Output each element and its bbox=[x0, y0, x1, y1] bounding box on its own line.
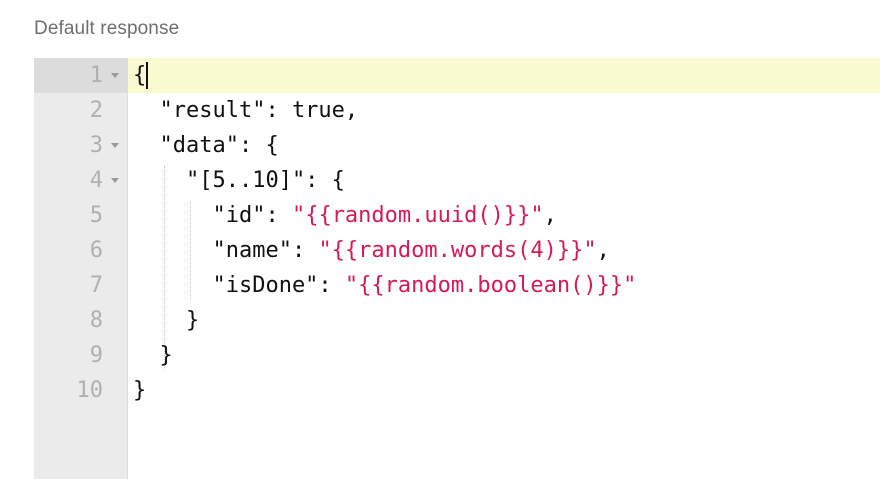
code-area[interactable]: { "result": true, "data": { "[5..10]": {… bbox=[128, 58, 880, 479]
gutter-row-6: 6 bbox=[34, 233, 127, 268]
code-line-10[interactable]: } bbox=[128, 373, 880, 408]
line-number: 3 bbox=[89, 133, 103, 158]
gutter-row-9: 9 bbox=[34, 338, 127, 373]
string-value: "{{random.uuid()}}" bbox=[291, 203, 544, 228]
line-number: 2 bbox=[89, 98, 103, 123]
gutter-row-1: 1 bbox=[34, 58, 127, 93]
line-number: 4 bbox=[89, 168, 103, 193]
code-text: "result": true, bbox=[133, 98, 359, 123]
code-text: "[5..10]": { bbox=[133, 168, 345, 193]
string-value: "{{random.boolean()}}" bbox=[344, 273, 637, 298]
code-text: } bbox=[133, 343, 173, 368]
line-number: 6 bbox=[89, 238, 103, 263]
gutter-row-5: 5 bbox=[34, 198, 127, 233]
code-text: { bbox=[133, 63, 147, 88]
line-number: 8 bbox=[89, 308, 103, 333]
line-number: 10 bbox=[76, 378, 104, 403]
code-line-2[interactable]: "result": true, bbox=[128, 93, 880, 128]
code-text: "data": { bbox=[133, 133, 279, 158]
code-text: } bbox=[133, 308, 200, 333]
line-number: 5 bbox=[89, 203, 103, 228]
code-text: "name": "{{random.words(4)}}", bbox=[133, 238, 610, 263]
gutter-row-3: 3 bbox=[34, 128, 127, 163]
text-cursor bbox=[146, 62, 148, 89]
section-title: Default response bbox=[34, 18, 180, 39]
gutter-row-4: 4 bbox=[34, 163, 127, 198]
string-value: "{{random.words(4)}}" bbox=[318, 238, 597, 263]
default-response-panel: Default response 1 2 3 4 5 6 7 8 9 10 {… bbox=[0, 0, 880, 479]
fold-toggle-icon[interactable] bbox=[111, 143, 119, 148]
line-number: 7 bbox=[89, 273, 103, 298]
code-text: "id": "{{random.uuid()}}", bbox=[133, 203, 557, 228]
code-line-8[interactable]: } bbox=[128, 303, 880, 338]
code-text: } bbox=[133, 378, 147, 403]
code-line-5[interactable]: "id": "{{random.uuid()}}", bbox=[128, 198, 880, 233]
code-line-6[interactable]: "name": "{{random.words(4)}}", bbox=[128, 233, 880, 268]
gutter-row-7: 7 bbox=[34, 268, 127, 303]
fold-toggle-icon[interactable] bbox=[111, 178, 119, 183]
line-number: 9 bbox=[89, 343, 103, 368]
code-line-7[interactable]: "isDone": "{{random.boolean()}}" bbox=[128, 268, 880, 303]
json-code-editor[interactable]: 1 2 3 4 5 6 7 8 9 10 {"result": true, "… bbox=[34, 58, 880, 479]
line-number: 1 bbox=[89, 63, 103, 88]
gutter-row-2: 2 bbox=[34, 93, 127, 128]
code-line-3[interactable]: "data": { bbox=[128, 128, 880, 163]
line-number-gutter: 1 2 3 4 5 6 7 8 9 10 bbox=[34, 58, 128, 479]
gutter-row-10: 10 bbox=[34, 373, 127, 408]
gutter-row-8: 8 bbox=[34, 303, 127, 338]
fold-toggle-icon[interactable] bbox=[111, 73, 119, 78]
code-text: "isDone": "{{random.boolean()}}" bbox=[133, 273, 637, 298]
code-line-4[interactable]: "[5..10]": { bbox=[128, 163, 880, 198]
code-line-1[interactable]: { bbox=[128, 58, 880, 93]
code-line-9[interactable]: } bbox=[128, 338, 880, 373]
